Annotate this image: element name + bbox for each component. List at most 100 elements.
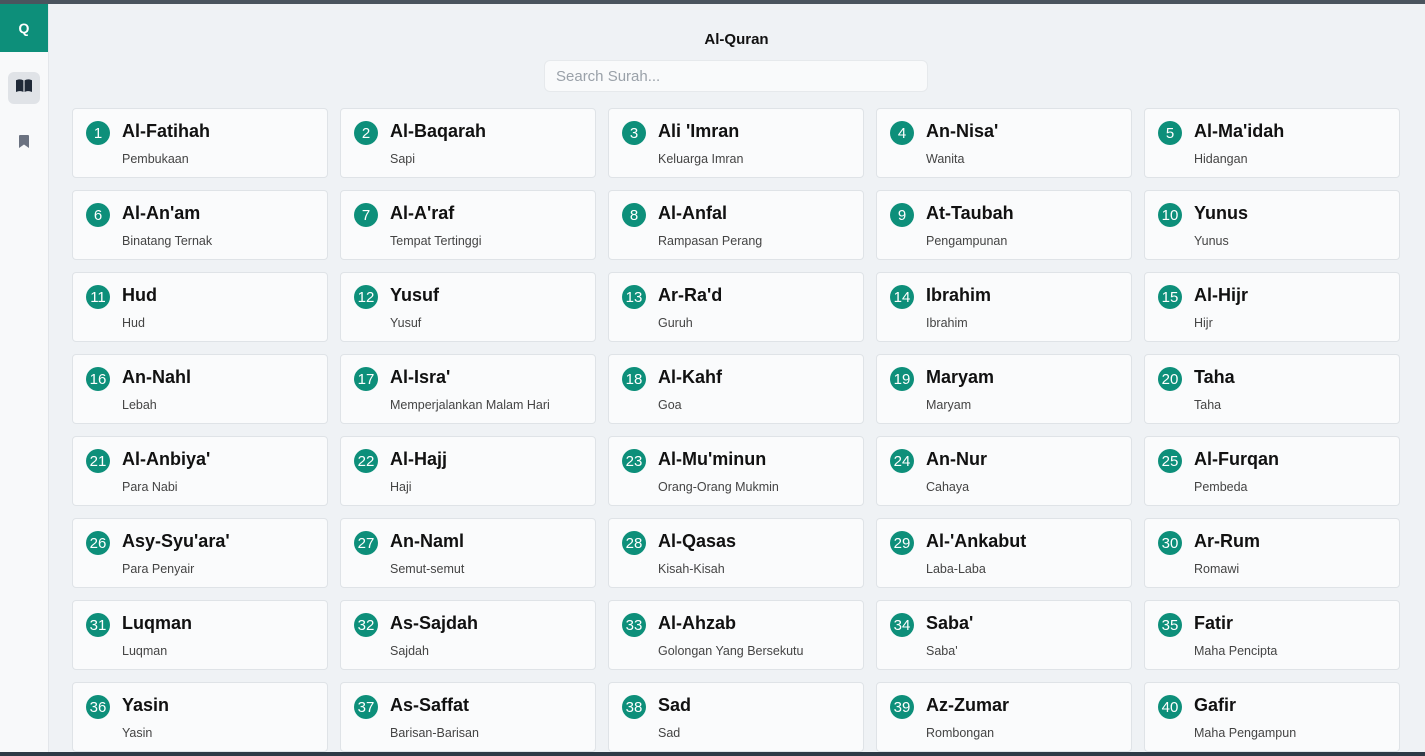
surah-name: Al-Anbiya' — [122, 449, 211, 469]
surah-meaning: Pengampunan — [926, 234, 1008, 248]
surah-name: Al-Ahzab — [658, 613, 736, 633]
surah-number-badge: 4 — [890, 121, 914, 145]
window-bottom-border — [0, 752, 1425, 756]
surah-card[interactable]: 38 Sad Sad — [608, 682, 864, 752]
surah-card[interactable]: 18 Al-Kahf Goa — [608, 354, 864, 424]
surah-card[interactable]: 26 Asy-Syu'ara' Para Penyair — [72, 518, 328, 588]
surah-card[interactable]: 15 Al-Hijr Hijr — [1144, 272, 1400, 342]
surah-number-badge: 21 — [86, 449, 110, 473]
surah-card[interactable]: 39 Az-Zumar Rombongan — [876, 682, 1132, 752]
surah-card[interactable]: 24 An-Nur Cahaya — [876, 436, 1132, 506]
surah-number-badge: 18 — [622, 367, 646, 391]
search-input[interactable] — [544, 60, 928, 92]
surah-meaning: Pembukaan — [122, 152, 189, 166]
surah-number-badge: 20 — [1158, 367, 1182, 391]
surah-card[interactable]: 37 As-Saffat Barisan-Barisan — [340, 682, 596, 752]
surah-card[interactable]: 27 An-Naml Semut-semut — [340, 518, 596, 588]
surah-card[interactable]: 10 Yunus Yunus — [1144, 190, 1400, 260]
app-logo[interactable]: Q — [0, 4, 48, 52]
surah-number-badge: 1 — [86, 121, 110, 145]
surah-card[interactable]: 17 Al-Isra' Memperjalankan Malam Hari — [340, 354, 596, 424]
surah-meaning: Haji — [390, 480, 412, 494]
surah-card[interactable]: 25 Al-Furqan Pembeda — [1144, 436, 1400, 506]
surah-meaning: Keluarga Imran — [658, 152, 744, 166]
surah-card[interactable]: 14 Ibrahim Ibrahim — [876, 272, 1132, 342]
surah-number-badge: 17 — [354, 367, 378, 391]
surah-card[interactable]: 3 Ali 'Imran Keluarga Imran — [608, 108, 864, 178]
surah-card[interactable]: 8 Al-Anfal Rampasan Perang — [608, 190, 864, 260]
surah-name: An-Nur — [926, 449, 987, 469]
surah-name: Ar-Ra'd — [658, 285, 723, 305]
surah-card[interactable]: 7 Al-A'raf Tempat Tertinggi — [340, 190, 596, 260]
surah-meaning: Binatang Ternak — [122, 234, 213, 248]
surah-card[interactable]: 21 Al-Anbiya' Para Nabi — [72, 436, 328, 506]
surah-meaning: Saba' — [926, 644, 958, 658]
surah-card[interactable]: 12 Yusuf Yusuf — [340, 272, 596, 342]
surah-card[interactable]: 1 Al-Fatihah Pembukaan — [72, 108, 328, 178]
surah-card[interactable]: 23 Al-Mu'minun Orang-Orang Mukmin — [608, 436, 864, 506]
surah-number-badge: 25 — [1158, 449, 1182, 473]
surah-card[interactable]: 9 At-Taubah Pengampunan — [876, 190, 1132, 260]
surah-meaning: Yunus — [1194, 234, 1229, 248]
surah-number-badge: 37 — [354, 695, 378, 719]
surah-meaning: Romawi — [1194, 562, 1240, 576]
surah-card[interactable]: 16 An-Nahl Lebah — [72, 354, 328, 424]
surah-card[interactable]: 40 Gafir Maha Pengampun — [1144, 682, 1400, 752]
surah-card[interactable]: 32 As-Sajdah Sajdah — [340, 600, 596, 670]
surah-number-badge: 28 — [622, 531, 646, 555]
surah-card[interactable]: 19 Maryam Maryam — [876, 354, 1132, 424]
surah-card[interactable]: 11 Hud Hud — [72, 272, 328, 342]
surah-number-badge: 2 — [354, 121, 378, 145]
surah-number-badge: 11 — [86, 285, 110, 309]
surah-meaning: Maha Pencipta — [1194, 644, 1278, 658]
surah-name: Yunus — [1194, 203, 1249, 223]
surah-number-badge: 13 — [622, 285, 646, 309]
surah-meaning: Rampasan Perang — [658, 234, 763, 248]
surah-meaning: Hijr — [1194, 316, 1213, 330]
surah-number-badge: 22 — [354, 449, 378, 473]
surah-card[interactable]: 34 Saba' Saba' — [876, 600, 1132, 670]
surah-card[interactable]: 36 Yasin Yasin — [72, 682, 328, 752]
surah-card[interactable]: 5 Al-Ma'idah Hidangan — [1144, 108, 1400, 178]
surah-name: Al-Ma'idah — [1194, 121, 1285, 141]
surah-meaning: Hidangan — [1194, 152, 1248, 166]
surah-meaning: Guruh — [658, 316, 693, 330]
surah-number-badge: 24 — [890, 449, 914, 473]
sidebar: Q — [0, 4, 49, 752]
surah-card[interactable]: 28 Al-Qasas Kisah-Kisah — [608, 518, 864, 588]
surah-card[interactable]: 35 Fatir Maha Pencipta — [1144, 600, 1400, 670]
surah-card[interactable]: 20 Taha Taha — [1144, 354, 1400, 424]
sidebar-item-quran[interactable] — [8, 72, 40, 104]
surah-name: Al-Baqarah — [390, 121, 487, 141]
surah-number-badge: 33 — [622, 613, 646, 637]
bookmark-icon — [19, 135, 29, 153]
surah-card[interactable]: 22 Al-Hajj Haji — [340, 436, 596, 506]
surah-name: Al-Isra' — [390, 367, 451, 387]
surah-number-badge: 3 — [622, 121, 646, 145]
surah-meaning: Yusuf — [390, 316, 422, 330]
sidebar-item-bookmarks[interactable] — [8, 128, 40, 160]
surah-name: Al-Mu'minun — [658, 449, 767, 469]
surah-number-badge: 23 — [622, 449, 646, 473]
surah-card[interactable]: 31 Luqman Luqman — [72, 600, 328, 670]
surah-card[interactable]: 6 Al-An'am Binatang Ternak — [72, 190, 328, 260]
surah-name: Al-A'raf — [390, 203, 455, 223]
surah-meaning: Wanita — [926, 152, 965, 166]
surah-number-badge: 35 — [1158, 613, 1182, 637]
surah-card[interactable]: 29 Al-'Ankabut Laba-Laba — [876, 518, 1132, 588]
surah-card[interactable]: 33 Al-Ahzab Golongan Yang Bersekutu — [608, 600, 864, 670]
surah-card[interactable]: 30 Ar-Rum Romawi — [1144, 518, 1400, 588]
surah-name: Al-An'am — [122, 203, 201, 223]
surah-name: Al-Furqan — [1194, 449, 1279, 469]
surah-name: Gafir — [1194, 695, 1237, 715]
surah-number-badge: 10 — [1158, 203, 1182, 227]
surah-meaning: Orang-Orang Mukmin — [658, 480, 779, 494]
surah-name: Ar-Rum — [1194, 531, 1260, 551]
surah-number-badge: 30 — [1158, 531, 1182, 555]
window-top-border — [0, 0, 1425, 4]
surah-card[interactable]: 4 An-Nisa' Wanita — [876, 108, 1132, 178]
surah-meaning: Ibrahim — [926, 316, 968, 330]
surah-card[interactable]: 13 Ar-Ra'd Guruh — [608, 272, 864, 342]
surah-number-badge: 8 — [622, 203, 646, 227]
surah-card[interactable]: 2 Al-Baqarah Sapi — [340, 108, 596, 178]
